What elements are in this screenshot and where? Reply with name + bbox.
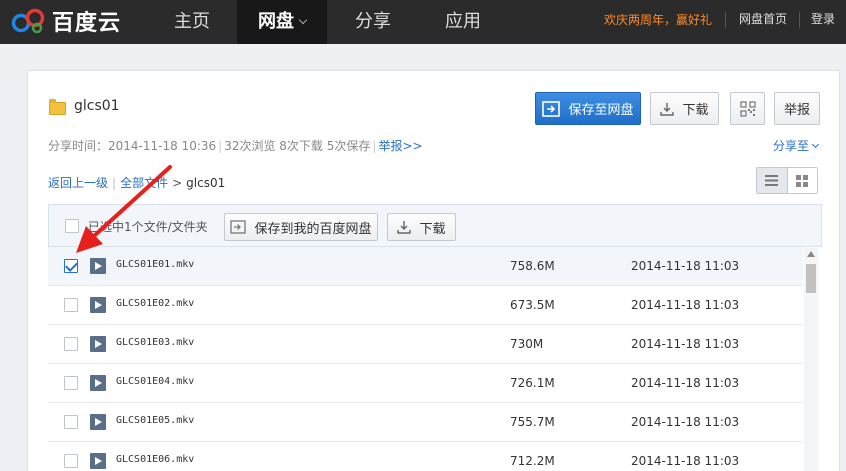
video-file-icon (90, 258, 106, 274)
selection-toolbar: 已选中1个文件/文件夹 保存到我的百度网盘 下载 (48, 204, 822, 247)
file-date: 2014-11-18 11:03 (631, 376, 740, 390)
video-file-icon (90, 453, 106, 469)
download-count: 8次下载 (279, 139, 323, 153)
toolbar-download-label: 下载 (419, 221, 446, 237)
scrollbar[interactable] (804, 248, 818, 471)
file-list: GLCS01E01.mkv 758.6M 2014-11-18 11:03 GLCS0… (48, 247, 803, 471)
video-file-icon (90, 414, 106, 430)
download-label: 下载 (682, 103, 709, 118)
scroll-up-icon[interactable] (807, 251, 815, 257)
file-size: 726.1M (510, 376, 555, 390)
chevron-down-icon (298, 15, 308, 25)
breadcrumb: 返回上一级 | 全部文件 > glcs01 (48, 176, 226, 190)
scroll-thumb[interactable] (806, 264, 816, 293)
view-count: 32次浏览 (224, 139, 276, 153)
nav-pan[interactable]: 网盘 (237, 0, 327, 44)
save-count: 5次保存 (326, 139, 371, 153)
file-checkbox[interactable] (64, 415, 78, 429)
video-file-icon (90, 375, 106, 391)
list-view-icon (765, 175, 779, 186)
save-to-my-pan-label: 保存到我的百度网盘 (254, 221, 372, 237)
share-card: glcs01 保存至网盘 下载 举报 分享时间：2014-11-18 10:36… (27, 70, 840, 471)
nav-home[interactable]: 主页 (148, 0, 236, 44)
file-date: 2014-11-18 11:03 (631, 415, 740, 429)
file-row[interactable]: GLCS01E03.mkv 730M 2014-11-18 11:03 (48, 325, 803, 364)
folder-icon (49, 99, 66, 115)
file-name[interactable]: GLCS01E06.mkv (116, 454, 194, 465)
breadcrumb-current: glcs01 (186, 176, 226, 190)
nav-pan-label: 网盘 (258, 11, 294, 32)
file-size: 730M (510, 337, 544, 351)
download-icon (660, 102, 675, 116)
divider (799, 12, 800, 28)
file-row[interactable]: GLCS01E02.mkv 673.5M 2014-11-18 11:03 (48, 286, 803, 325)
download-button[interactable]: 下载 (650, 92, 719, 125)
save-to-pan-button[interactable]: 保存至网盘 (535, 92, 641, 125)
share-to-dropdown[interactable]: 分享至 (773, 137, 820, 154)
save-to-pan-label: 保存至网盘 (568, 103, 634, 118)
nav-share[interactable]: 分享 (328, 0, 418, 44)
chevron-down-icon (811, 140, 820, 149)
selection-count: 已选中1个文件/文件夹 (88, 220, 208, 234)
file-name[interactable]: GLCS01E05.mkv (116, 415, 194, 426)
video-file-icon (90, 297, 106, 313)
cloud-logo-icon (11, 8, 45, 34)
file-checkbox[interactable] (64, 259, 78, 273)
save-to-my-pan-button[interactable]: 保存到我的百度网盘 (224, 213, 378, 241)
file-date: 2014-11-18 11:03 (631, 454, 740, 468)
breadcrumb-back[interactable]: 返回上一级 (48, 176, 108, 190)
grid-view-icon (796, 174, 809, 187)
file-size: 673.5M (510, 298, 555, 312)
save-to-cloud-icon (230, 220, 247, 234)
file-row[interactable]: GLCS01E05.mkv 755.7M 2014-11-18 11:03 (48, 403, 803, 442)
file-checkbox[interactable] (64, 337, 78, 351)
share-to-label: 分享至 (773, 139, 810, 153)
file-checkbox[interactable] (64, 376, 78, 390)
file-row[interactable]: GLCS01E01.mkv 758.6M 2014-11-18 11:03 (48, 247, 803, 286)
divider (725, 12, 726, 28)
brand-name: 百度云 (52, 11, 122, 36)
grid-view-button[interactable] (788, 168, 818, 193)
qrcode-button[interactable] (730, 92, 765, 125)
login-link[interactable]: 登录 (811, 0, 835, 38)
report-button[interactable]: 举报 (774, 92, 820, 125)
breadcrumb-all-files[interactable]: 全部文件 (120, 176, 168, 190)
file-date: 2014-11-18 11:03 (631, 259, 740, 273)
save-to-cloud-icon (542, 100, 561, 117)
file-size: 758.6M (510, 259, 555, 273)
file-name[interactable]: GLCS01E02.mkv (116, 298, 194, 309)
file-checkbox[interactable] (64, 454, 78, 468)
toolbar-download-button[interactable]: 下载 (387, 213, 456, 241)
nav-app[interactable]: 应用 (418, 0, 508, 44)
file-date: 2014-11-18 11:03 (631, 298, 740, 312)
promo-link[interactable]: 欢庆两周年，赢好礼 (604, 0, 712, 40)
view-toggle (756, 167, 818, 194)
page-title: glcs01 (74, 98, 120, 114)
file-row[interactable]: GLCS01E06.mkv 712.2M 2014-11-18 11:03 (48, 442, 803, 471)
file-row[interactable]: GLCS01E04.mkv 726.1M 2014-11-18 11:03 (48, 364, 803, 403)
file-date: 2014-11-18 11:03 (631, 337, 740, 351)
file-name[interactable]: GLCS01E03.mkv (116, 337, 194, 348)
file-name[interactable]: GLCS01E04.mkv (116, 376, 194, 387)
qrcode-icon (739, 100, 756, 117)
report-link[interactable]: 举报>> (378, 139, 422, 153)
top-nav-bar: 百度云 主页 网盘 分享 应用 欢庆两周年，赢好礼 网盘首页 登录 (0, 0, 846, 44)
share-meta: 分享时间：2014-11-18 10:36 | 32次浏览 8次下载 5次保存 | 举报… (48, 139, 423, 153)
share-time: 分享时间：2014-11-18 10:36 (48, 139, 217, 153)
file-name[interactable]: GLCS01E01.mkv (116, 259, 194, 270)
file-checkbox[interactable] (64, 298, 78, 312)
pan-home-link[interactable]: 网盘首页 (739, 0, 787, 38)
list-view-button[interactable] (757, 168, 788, 193)
video-file-icon (90, 336, 106, 352)
logo[interactable]: 百度云 (10, 6, 121, 36)
file-size: 755.7M (510, 415, 555, 429)
select-all-checkbox[interactable] (65, 219, 79, 233)
file-size: 712.2M (510, 454, 555, 468)
download-icon (397, 221, 412, 234)
